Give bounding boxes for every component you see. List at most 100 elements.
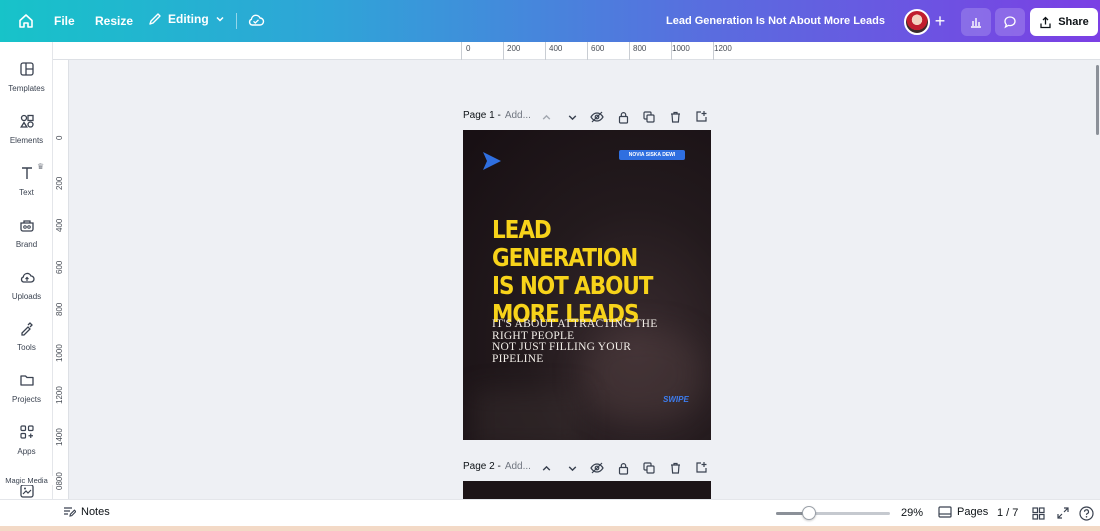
sidebar-item-apps[interactable]: Apps [0,423,53,456]
notes-label: Notes [81,506,110,518]
lock-icon [618,111,628,124]
pages-label: Pages [957,506,989,518]
headline-text[interactable]: LEAD GENERATION IS NOT ABOUT MORE LEADS [492,216,677,328]
hide-page-button[interactable] [590,461,604,475]
share-upload-icon [1040,16,1051,28]
page-1-title[interactable]: Page 1 - Add... [463,110,531,121]
comments-button[interactable] [995,8,1025,36]
sidebar-item-projects[interactable]: Projects [0,371,53,404]
home-button[interactable] [14,10,38,32]
add-page-button[interactable] [694,460,708,474]
ruler-mark [503,42,504,60]
editing-mode-dropdown[interactable]: Editing [148,12,225,26]
ruler-tick: 0 [466,44,471,53]
play-arrow-icon[interactable] [482,151,502,171]
subheading-text[interactable]: IT'S ABOUT ATTRACTING THE RIGHT PEOPLE N… [492,318,692,365]
sidebar-item-label: Apps [17,447,36,456]
share-label: Share [1058,16,1089,28]
page-title-placeholder[interactable]: Add... [505,461,531,472]
sidebar-item-label: Text [19,188,34,197]
help-button[interactable] [1078,505,1094,521]
bottom-toolbar: Notes 29% Pages 1 / 7 [0,499,1100,526]
zoom-percentage[interactable]: 29% [901,507,923,519]
hide-page-button[interactable] [590,110,604,124]
editing-label: Editing [168,12,209,26]
zoom-slider-handle[interactable] [802,506,817,520]
toolbar-divider [236,13,237,29]
scrollbar-thumb[interactable] [1096,65,1099,135]
chevron-up-icon [542,465,550,471]
lock-page-button[interactable] [616,461,630,475]
duplicate-icon [643,462,655,474]
share-button[interactable]: Share [1030,8,1098,36]
delete-page-button[interactable] [668,110,682,124]
insights-button[interactable] [961,8,991,36]
ruler-tick: 1200 [714,44,732,53]
pages-button[interactable]: Pages [938,506,988,518]
subheading-line: NOT JUST FILLING YOUR [492,341,632,353]
design-page-2[interactable] [463,481,711,499]
sidebar-item-tools[interactable]: Tools [0,319,53,352]
save-status-button[interactable] [247,12,265,28]
move-page-down-button[interactable] [565,110,579,124]
ruler-tick: 1000 [55,344,64,362]
trash-icon [670,111,680,123]
plus-icon: + [934,11,946,31]
ruler-tick: 800 [633,44,647,53]
text-icon [18,164,36,182]
duplicate-page-button[interactable] [642,110,656,124]
sidebar-item-label: Elements [9,136,44,145]
grid-view-button[interactable] [1030,505,1046,521]
tools-icon [18,319,36,337]
left-sidebar: Templates Elements Text Brand Uploads To… [0,42,53,499]
bar-chart-icon [971,18,981,28]
cloud-check-icon [248,14,265,26]
ruler-tick: 400 [549,44,563,53]
move-page-down-button[interactable] [565,461,579,475]
sidebar-item-label: Tools [17,343,36,352]
add-page-button[interactable] [694,109,708,123]
templates-icon [18,60,36,78]
ruler-tick: 0 [55,135,64,140]
chevron-up-icon [542,114,550,120]
author-badge[interactable]: NOVIA SISKA DEWI [619,150,685,160]
chevron-down-icon [568,114,576,120]
duplicate-icon [643,111,655,123]
swipe-label[interactable]: SWIPE [663,395,689,404]
sidebar-item-uploads[interactable]: Uploads [0,268,53,301]
eye-slash-icon [590,111,604,123]
fullscreen-button[interactable] [1055,505,1071,521]
move-page-up-button[interactable] [539,110,553,124]
sidebar-item-text[interactable]: Text [0,164,53,197]
brand-icon [18,216,36,234]
file-menu-button[interactable]: File [54,14,75,28]
user-avatar[interactable] [904,9,930,35]
page-2-title[interactable]: Page 2 - Add... [463,461,531,472]
add-collaborator-button[interactable]: + [930,12,950,32]
comment-icon [1004,16,1016,29]
ruler-tick: 1400 [55,428,64,446]
design-page-1[interactable]: NOVIA SISKA DEWI LEAD GENERATION IS NOT … [463,130,711,440]
chevron-down-icon [216,16,224,22]
sidebar-item-brand[interactable]: Brand [0,216,53,249]
resize-button[interactable]: Resize [95,14,133,28]
sidebar-item-templates[interactable]: Templates [0,60,53,93]
sidebar-item-elements[interactable]: Elements [0,112,53,145]
page-title-placeholder[interactable]: Add... [505,110,531,121]
document-title[interactable]: Lead Generation Is Not About More Leads [600,15,885,27]
ruler-mark [461,42,462,60]
duplicate-page-button[interactable] [642,461,656,475]
delete-page-button[interactable] [668,461,682,475]
move-page-up-button[interactable] [539,461,553,475]
ruler-tick: 200 [55,176,64,190]
ruler-tick: 1000 [672,44,690,53]
ruler-mark [587,42,588,60]
sidebar-item-label: Projects [12,395,41,404]
magic-media-label: Magic Media [0,476,53,485]
zoom-slider[interactable] [776,512,890,515]
lock-page-button[interactable] [616,110,630,124]
notes-button[interactable]: Notes [63,506,110,518]
sidebar-item-label: Brand [15,240,38,249]
help-icon [1078,505,1094,521]
top-toolbar: File Resize Editing Lead Generation Is N… [0,0,1100,42]
